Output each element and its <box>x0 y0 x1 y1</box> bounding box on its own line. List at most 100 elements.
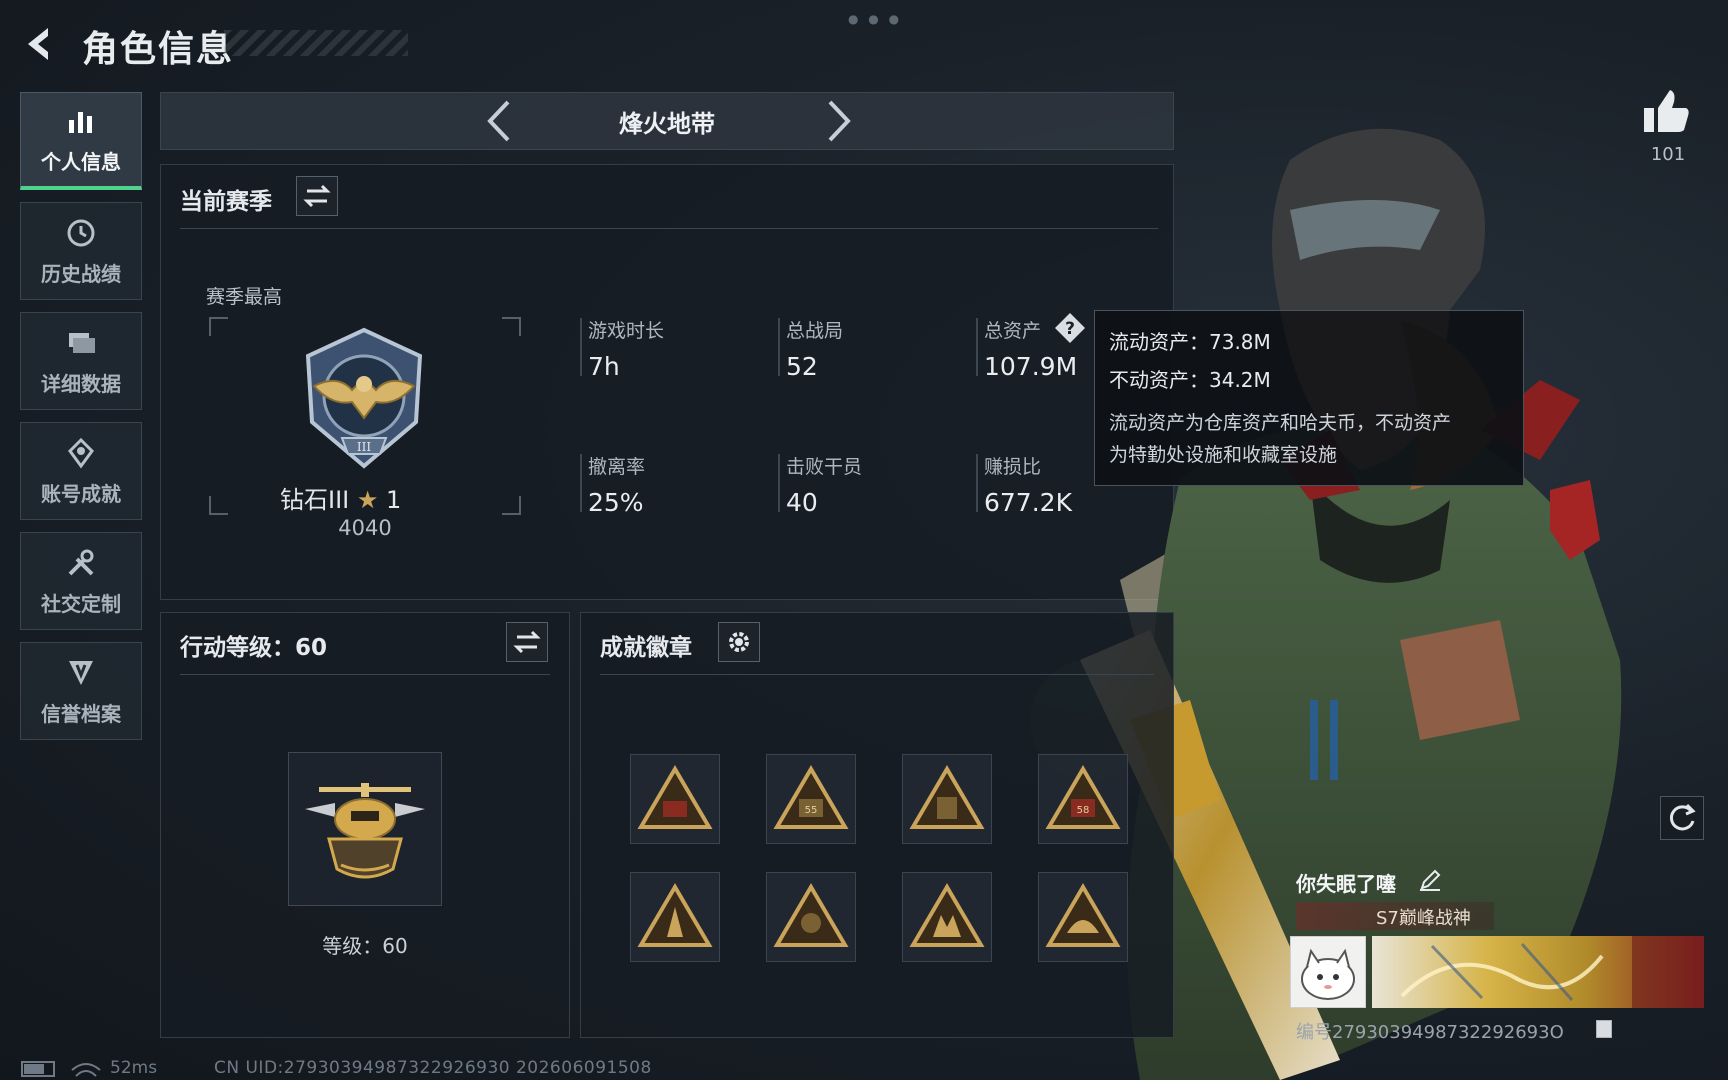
triangle-badge-icon <box>637 765 713 829</box>
swap-icon <box>303 184 331 208</box>
triangle-badge-icon <box>637 883 713 947</box>
sidebar-item-label: 账号成就 <box>41 481 121 506</box>
stat-divider <box>976 318 978 376</box>
tooltip-fixed-assets: 不动资产：34.2M <box>1109 368 1271 392</box>
stat-label: 击败干员 <box>786 456 863 478</box>
achievements-divider <box>600 674 1154 675</box>
level-switch-button[interactable] <box>506 622 548 662</box>
stat-divider <box>778 454 780 512</box>
achievement-badge-3[interactable] <box>902 754 992 844</box>
level-badge[interactable] <box>288 752 442 906</box>
chevron-right-icon <box>828 100 851 142</box>
tooltip-description-line: 为特勤处设施和收藏室设施 <box>1109 444 1338 466</box>
wifi-icon <box>75 1070 97 1077</box>
mode-prev-button[interactable] <box>480 98 520 144</box>
achievement-badge-8[interactable] <box>1038 872 1128 962</box>
mode-next-button[interactable] <box>818 98 858 144</box>
sidebar-item-label: 个人信息 <box>41 150 121 174</box>
asset-tooltip: 流动资产：73.8M 不动资产：34.2M 流动资产为仓库资产和哈夫币，不动资产… <box>1094 310 1524 486</box>
copy-icon[interactable] <box>1596 1020 1612 1038</box>
triangle-badge-icon <box>909 765 985 829</box>
thumbs-up-icon <box>1644 90 1689 132</box>
season-best-label: 赛季最高 <box>206 286 283 308</box>
cat-avatar-icon <box>1301 948 1355 1000</box>
sidebar-item-label: 详细数据 <box>41 371 121 396</box>
rank-name-text: 钻石III <box>280 486 350 514</box>
back-button[interactable] <box>18 22 62 66</box>
stat-label: 游戏时长 <box>588 320 665 342</box>
season-title: 当前赛季 <box>180 189 272 215</box>
stat-divider <box>580 318 582 376</box>
tools-icon <box>64 546 98 580</box>
title-decoration <box>224 30 408 56</box>
triangle-badge-icon: 58 <box>1045 765 1121 829</box>
triangle-badge-icon: 55 <box>773 765 849 829</box>
card-id: 编号2793039498732292693O <box>1296 1022 1564 1043</box>
edit-icon[interactable] <box>1418 868 1442 892</box>
refresh-button[interactable] <box>1660 796 1704 840</box>
sidebar-item-label: 信誉档案 <box>41 701 121 726</box>
sidebar-item-personal-info[interactable]: 个人信息 <box>20 92 142 190</box>
level-text: 等级：60 <box>322 934 408 958</box>
stat-value: 52 <box>786 352 818 381</box>
triangle-badge-icon <box>773 883 849 947</box>
achievement-badge-1[interactable] <box>630 754 720 844</box>
achievement-badge-7[interactable] <box>902 872 992 962</box>
achievements-title: 成就徽章 <box>600 635 692 661</box>
history-icon <box>64 216 98 250</box>
uid-line: CN UID:27930394987322926930 202606091508 <box>214 1058 652 1078</box>
stat-value: 40 <box>786 488 818 517</box>
sidebar-item-achievements[interactable]: 账号成就 <box>20 422 142 520</box>
star-icon: ★ <box>356 486 379 514</box>
svg-text:III: III <box>357 440 371 454</box>
stat-label: 总战局 <box>786 320 844 342</box>
ping-value: 52ms <box>110 1058 158 1078</box>
level-divider <box>180 674 550 675</box>
like-count: 101 <box>1650 144 1686 165</box>
stat-divider <box>778 318 780 376</box>
stat-divider <box>580 454 582 512</box>
achievement-icon <box>64 436 98 470</box>
rank-star-count: 1 <box>386 486 402 514</box>
refresh-icon <box>1669 803 1696 831</box>
back-arrow-icon <box>28 28 48 60</box>
achievement-badge-5[interactable] <box>630 872 720 962</box>
tooltip-description: 流动资产为仓库资产和哈夫币，不动资产 为特勤处设施和收藏室设施 <box>1109 407 1509 471</box>
triangle-badge-icon <box>1045 883 1121 947</box>
badge-number: 55 <box>805 805 818 816</box>
achievement-badge-4[interactable]: 58 <box>1038 754 1128 844</box>
achievements-settings-button[interactable] <box>718 622 760 662</box>
stat-value: 7h <box>588 352 620 381</box>
sidebar-item-reputation[interactable]: 信誉档案 <box>20 642 142 740</box>
player-name: 你失眠了噻 <box>1296 872 1396 896</box>
avatar[interactable] <box>1290 936 1366 1008</box>
triangle-badge-icon <box>909 883 985 947</box>
drag-handle-icon: ● ● ● <box>848 12 903 26</box>
sidebar-item-social[interactable]: 社交定制 <box>20 532 142 630</box>
chevron-left-icon <box>487 100 510 142</box>
season-switch-button[interactable] <box>296 176 338 216</box>
achievement-badge-2[interactable]: 55 <box>766 754 856 844</box>
sidebar-item-history[interactable]: 历史战绩 <box>20 202 142 300</box>
rank-emblem-icon: III <box>292 326 436 470</box>
shield-icon <box>64 656 98 690</box>
swap-icon <box>513 630 541 654</box>
sidebar-item-label: 历史战绩 <box>41 261 121 286</box>
sidebar-item-detail-data[interactable]: 详细数据 <box>20 312 142 410</box>
stat-value: 25% <box>588 488 644 517</box>
level-title: 行动等级：60 <box>180 635 328 661</box>
rank-score: 4040 <box>338 516 392 540</box>
stat-divider <box>976 454 978 512</box>
helicopter-emblem-icon <box>305 783 425 879</box>
sidebar-item-label: 社交定制 <box>41 591 121 616</box>
like-button[interactable] <box>1640 86 1692 138</box>
tooltip-description-line: 流动资产为仓库资产和哈夫币，不动资产 <box>1109 412 1452 434</box>
badge-number: 58 <box>1077 805 1090 816</box>
achievement-badge-6[interactable] <box>766 872 856 962</box>
bar-chart-icon <box>64 104 98 138</box>
rank-name: 钻石III ★ 1 <box>280 480 450 515</box>
gear-icon <box>729 632 749 652</box>
player-banner <box>1372 936 1704 1008</box>
tooltip-liquid-assets: 流动资产：73.8M <box>1109 330 1271 354</box>
page-title: 角色信息 <box>82 29 235 70</box>
